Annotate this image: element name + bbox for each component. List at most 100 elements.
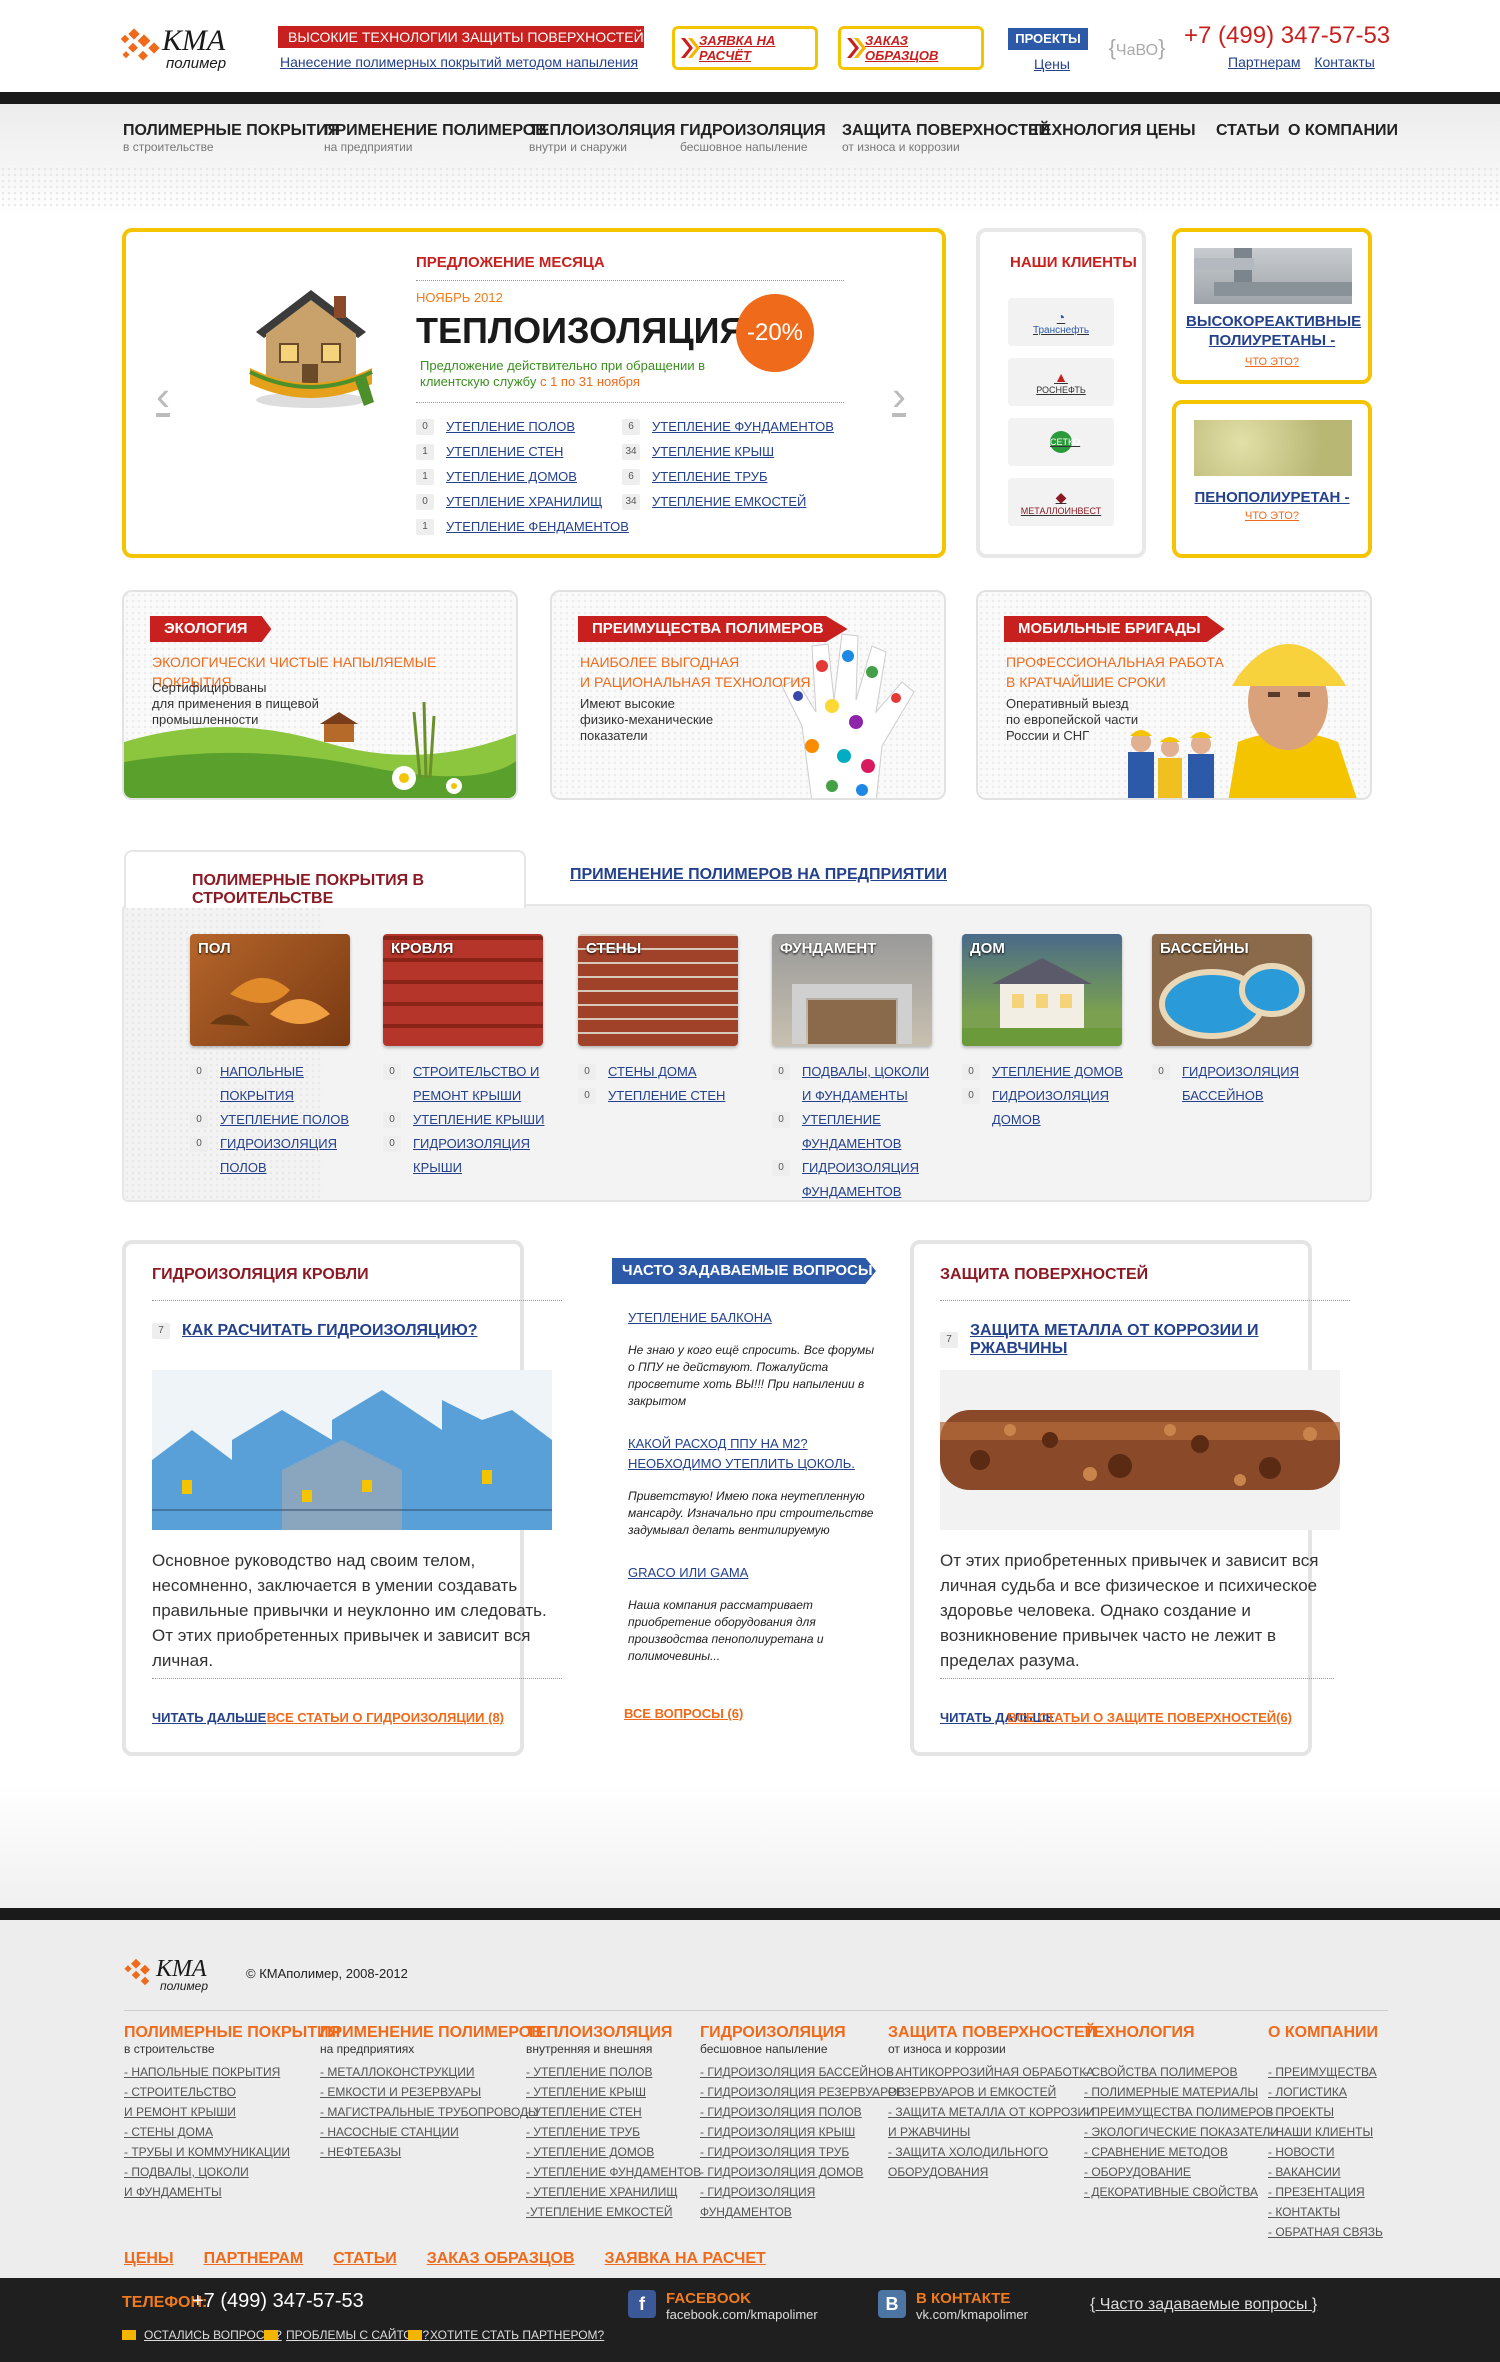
footer-link[interactable]: РЕЗЕРВУАРОВ И ЕМКОСТЕЙ bbox=[888, 2082, 1096, 2102]
footer-link[interactable]: - КОНТАКТЫ bbox=[1268, 2202, 1383, 2222]
calc-request-button[interactable]: ЗАЯВКА НА РАСЧЁТ bbox=[672, 26, 818, 70]
footer-link[interactable]: - ЛОГИСТИКА bbox=[1268, 2082, 1383, 2102]
footer-link[interactable]: - ГИДРОИЗОЛЯЦИЯ ТРУБ bbox=[700, 2142, 905, 2162]
client-logo-rosneft[interactable]: ▲ РОСНЕФТЬ bbox=[1008, 358, 1114, 406]
footer-partners-link[interactable]: ПАРТНЕРАМ bbox=[204, 2250, 304, 2268]
footer-link[interactable]: - ЗАЩИТА МЕТАЛЛА ОТ КОРРОЗИИ bbox=[888, 2102, 1096, 2122]
what-is-it-link[interactable]: ЧТО ЭТО? bbox=[1176, 356, 1368, 368]
footer-link[interactable]: - ВАКАНСИИ bbox=[1268, 2162, 1383, 2182]
all-questions-link[interactable]: ВСЕ ВОПРОСЫ (6) bbox=[624, 1706, 743, 1721]
partners-link[interactable]: Партнерам bbox=[1228, 54, 1300, 70]
footer-prices-link[interactable]: ЦЕНЫ bbox=[124, 2250, 174, 2268]
category-link[interactable]: ГИДРОИЗОЛЯЦИЯ ДОМОВ bbox=[992, 1084, 1124, 1132]
category-link[interactable]: СТРОИТЕЛЬСТВО И РЕМОНТ КРЫШИ bbox=[413, 1060, 545, 1108]
footer-link[interactable]: И РЖАВЧИНЫ bbox=[888, 2122, 1096, 2142]
promo-ecology[interactable]: ЭКОЛОГИЯ ЭКОЛОГИЧЕСКИ ЧИСТЫЕ НАПЫЛЯЕМЫЕ … bbox=[122, 590, 518, 800]
category-link[interactable]: УТЕПЛЕНИЕ СТЕН bbox=[608, 1084, 740, 1108]
footer-link[interactable]: - МЕТАЛЛОКОНСТРУКЦИИ bbox=[320, 2062, 543, 2082]
footer-link[interactable]: - ГИДРОИЗОЛЯЦИЯ ПОЛОВ bbox=[700, 2102, 905, 2122]
footer-link[interactable]: - ГИДРОИЗОЛЯЦИЯ БАССЕЙНОВ bbox=[700, 2062, 905, 2082]
tab-polymer-coatings-construction[interactable]: ПОЛИМЕРНЫЕ ПОКРЫТИЯ В СТРОИТЕЛЬСТВЕ bbox=[124, 850, 526, 908]
read-more-link[interactable]: ЧИТАТЬ ДАЛЬШЕ bbox=[152, 1710, 266, 1725]
category-house-image[interactable]: ДОМ bbox=[962, 934, 1122, 1046]
category-link[interactable]: НАПОЛЬНЫЕ ПОКРЫТИЯ bbox=[220, 1060, 352, 1108]
footer-link[interactable]: И РЕМОНТ КРЫШИ bbox=[124, 2102, 340, 2122]
footer-calc-link[interactable]: ЗАЯВКА НА РАСЧЕТ bbox=[605, 2250, 766, 2268]
category-foundation-image[interactable]: ФУНДАМЕНТ bbox=[772, 934, 932, 1046]
site-logo[interactable]: КМА полимер bbox=[120, 22, 260, 74]
category-link[interactable]: УТЕПЛЕНИЕ ФУНДАМЕНТОВ bbox=[802, 1108, 934, 1156]
order-samples-button[interactable]: ЗАКАЗ ОБРАЗЦОВ bbox=[838, 26, 984, 70]
panel-question-link[interactable]: ЗАЩИТА МЕТАЛЛА ОТ КОРРОЗИИ И РЖАВЧИНЫ bbox=[970, 1322, 1308, 1358]
contacts-link[interactable]: Контакты bbox=[1314, 54, 1374, 70]
tab-polymer-usage-enterprise[interactable]: ПРИМЕНЕНИЕ ПОЛИМЕРОВ НА ПРЕДПРИЯТИИ bbox=[570, 866, 947, 884]
category-roof-image[interactable]: КРОВЛЯ bbox=[383, 934, 543, 1046]
panel-question-link[interactable]: КАК РАСЧИТАТЬ ГИДРОИЗОЛЯЦИЮ? bbox=[182, 1322, 478, 1340]
offer-link[interactable]: УТЕПЛЕНИЕ ПОЛОВ bbox=[446, 419, 575, 434]
footer-link[interactable]: - ГИДРОИЗОЛЯЦИЯ bbox=[700, 2182, 905, 2202]
footer-link[interactable]: ФУНДАМЕНТОВ bbox=[700, 2202, 905, 2222]
facebook-link[interactable]: f FACEBOOK facebook.com/kmapolimer bbox=[628, 2290, 818, 2322]
category-link[interactable]: ГИДРОИЗОЛЯЦИЯ КРЫШИ bbox=[413, 1132, 545, 1180]
offer-link[interactable]: УТЕПЛЕНИЕ ЕМКОСТЕЙ bbox=[652, 494, 806, 509]
category-link[interactable]: ГИДРОИЗОЛЯЦИЯ БАССЕЙНОВ bbox=[1182, 1060, 1314, 1108]
offer-link[interactable]: УТЕПЛЕНИЕ ХРАНИЛИЩ bbox=[446, 494, 602, 509]
prices-link[interactable]: Цены bbox=[1034, 56, 1070, 72]
footer-link[interactable]: - НАПОЛЬНЫЕ ПОКРЫТИЯ bbox=[124, 2062, 340, 2082]
offer-link[interactable]: УТЕПЛЕНИЕ ФЕНДАМЕНТОВ bbox=[446, 519, 629, 534]
side-card-ppu[interactable]: ПЕНОПОЛИУРЕТАН - ЧТО ЭТО? bbox=[1172, 400, 1372, 558]
all-articles-link[interactable]: ВСЕ СТАТЬИ О ЗАЩИТЕ ПОВЕРХНОСТЕЙ(6) bbox=[1007, 1710, 1292, 1725]
faq-question-link[interactable]: КАКОЙ РАСХОД ППУ НА М2? НЕОБХОДИМО УТЕПЛ… bbox=[628, 1434, 876, 1474]
side-card-polyurethanes[interactable]: ВЫСОКОРЕАКТИВНЫЕ ПОЛИУРЕТАНЫ - ЧТО ЭТО? bbox=[1172, 228, 1372, 384]
footer-link[interactable]: - УТЕПЛЕНИЕ СТЕН bbox=[526, 2102, 701, 2122]
footer-faq-link[interactable]: { Часто задаваемые вопросы } bbox=[1090, 2296, 1317, 2314]
client-logo-setko[interactable]: СЕТКО bbox=[1008, 418, 1114, 466]
become-partner-link[interactable]: ХОТИТЕ СТАТЬ ПАРТНЕРОМ? bbox=[430, 2328, 604, 2342]
category-link[interactable]: СТЕНЫ ДОМА bbox=[608, 1060, 740, 1084]
footer-link[interactable]: - СВОЙСТВА ПОЛИМЕРОВ bbox=[1084, 2062, 1279, 2082]
vk-link[interactable]: В В КОНТАКТЕ vk.com/kmapolimer bbox=[878, 2290, 1028, 2322]
footer-link[interactable]: - ПОЛИМЕРНЫЕ МАТЕРИАЛЫ bbox=[1084, 2082, 1279, 2102]
nav-item-insulation[interactable]: ТЕПЛОИЗОЛЯЦИЯ внутри и снаружи bbox=[529, 122, 675, 154]
footer-link[interactable]: - НАШИ КЛИЕНТЫ bbox=[1268, 2122, 1383, 2142]
nav-item-waterproofing[interactable]: ГИДРОИЗОЛЯЦИЯ бесшовное напыление bbox=[680, 122, 826, 154]
offer-link[interactable]: УТЕПЛЕНИЕ ТРУБ bbox=[652, 469, 768, 484]
footer-link[interactable]: - ГИДРОИЗОЛЯЦИЯ ДОМОВ bbox=[700, 2162, 905, 2182]
footer-link[interactable]: - УТЕПЛЕНИЕ ФУНДАМЕНТОВ bbox=[526, 2162, 701, 2182]
category-link[interactable]: ГИДРОИЗОЛЯЦИЯ ФУНДАМЕНТОВ bbox=[802, 1156, 934, 1204]
footer-link[interactable]: - ПРЕИМУЩЕСТВА ПОЛИМЕРОВ bbox=[1084, 2102, 1279, 2122]
footer-link[interactable]: - АНТИКОРРОЗИЙНАЯ ОБРАБОТКА bbox=[888, 2062, 1096, 2082]
category-link[interactable]: УТЕПЛЕНИЕ ДОМОВ bbox=[992, 1060, 1124, 1084]
footer-link[interactable]: - НЕФТЕБАЗЫ bbox=[320, 2142, 543, 2162]
faq-short-link[interactable]: {ЧаВО} bbox=[1106, 28, 1168, 68]
client-logo-transneft[interactable]: ◔ Транснефть bbox=[1008, 298, 1114, 346]
category-link[interactable]: УТЕПЛЕНИЕ ПОЛОВ bbox=[220, 1108, 352, 1132]
footer-link[interactable]: - УТЕПЛЕНИЕ ХРАНИЛИЩ bbox=[526, 2182, 701, 2202]
category-floor-image[interactable]: ПОЛ bbox=[190, 934, 350, 1046]
footer-link[interactable]: - ПРЕИМУЩЕСТВА bbox=[1268, 2062, 1383, 2082]
footer-link[interactable]: - ЭКОЛОГИЧЕСКИЕ ПОКАЗАТЕЛИ bbox=[1084, 2122, 1279, 2142]
category-link[interactable]: УТЕПЛЕНИЕ КРЫШИ bbox=[413, 1108, 545, 1132]
nav-item-prices[interactable]: ЦЕНЫ bbox=[1146, 122, 1196, 140]
footer-link[interactable]: - СТРОИТЕЛЬСТВО bbox=[124, 2082, 340, 2102]
footer-link[interactable]: - ПРЕЗЕНТАЦИЯ bbox=[1268, 2182, 1383, 2202]
footer-link[interactable]: - ПРОЕКТЫ bbox=[1268, 2102, 1383, 2122]
all-articles-link[interactable]: ВСЕ СТАТЬИ О ГИДРОИЗОЛЯЦИИ (8) bbox=[267, 1710, 504, 1725]
footer-link[interactable]: И ФУНДАМЕНТЫ bbox=[124, 2182, 340, 2202]
footer-link[interactable]: - ОБОРУДОВАНИЕ bbox=[1084, 2162, 1279, 2182]
footer-link[interactable]: ОБОРУДОВАНИЯ bbox=[888, 2162, 1096, 2182]
offer-link[interactable]: УТЕПЛЕНИЕ КРЫШ bbox=[652, 444, 774, 459]
footer-link[interactable]: - СРАВНЕНИЕ МЕТОДОВ bbox=[1084, 2142, 1279, 2162]
projects-link[interactable]: ПРОЕКТЫ bbox=[1008, 28, 1088, 50]
offer-link[interactable]: УТЕПЛЕНИЕ СТЕН bbox=[446, 444, 563, 459]
offer-prev-arrow[interactable]: ‹ bbox=[156, 372, 170, 420]
footer-link[interactable]: - УТЕПЛЕНИЕ ПОЛОВ bbox=[526, 2062, 701, 2082]
faq-question-link[interactable]: УТЕПЛЕНИЕ БАЛКОНА bbox=[628, 1308, 876, 1328]
what-is-it-link[interactable]: ЧТО ЭТО? bbox=[1176, 510, 1368, 522]
footer-link[interactable]: - НОВОСТИ bbox=[1268, 2142, 1383, 2162]
offer-link[interactable]: УТЕПЛЕНИЕ ФУНДАМЕНТОВ bbox=[652, 419, 834, 434]
faq-question-link[interactable]: GRACO ИЛИ GAMA bbox=[628, 1563, 876, 1583]
nav-item-surface-protection[interactable]: ЗАЩИТА ПОВЕРХНОСТЕЙ от износа и коррозии bbox=[842, 122, 1050, 154]
nav-item-polymer-coatings[interactable]: ПОЛИМЕРНЫЕ ПОКРЫТИЯ в строительстве bbox=[123, 122, 339, 154]
footer-link[interactable]: - ГИДРОИЗОЛЯЦИЯ КРЫШ bbox=[700, 2122, 905, 2142]
